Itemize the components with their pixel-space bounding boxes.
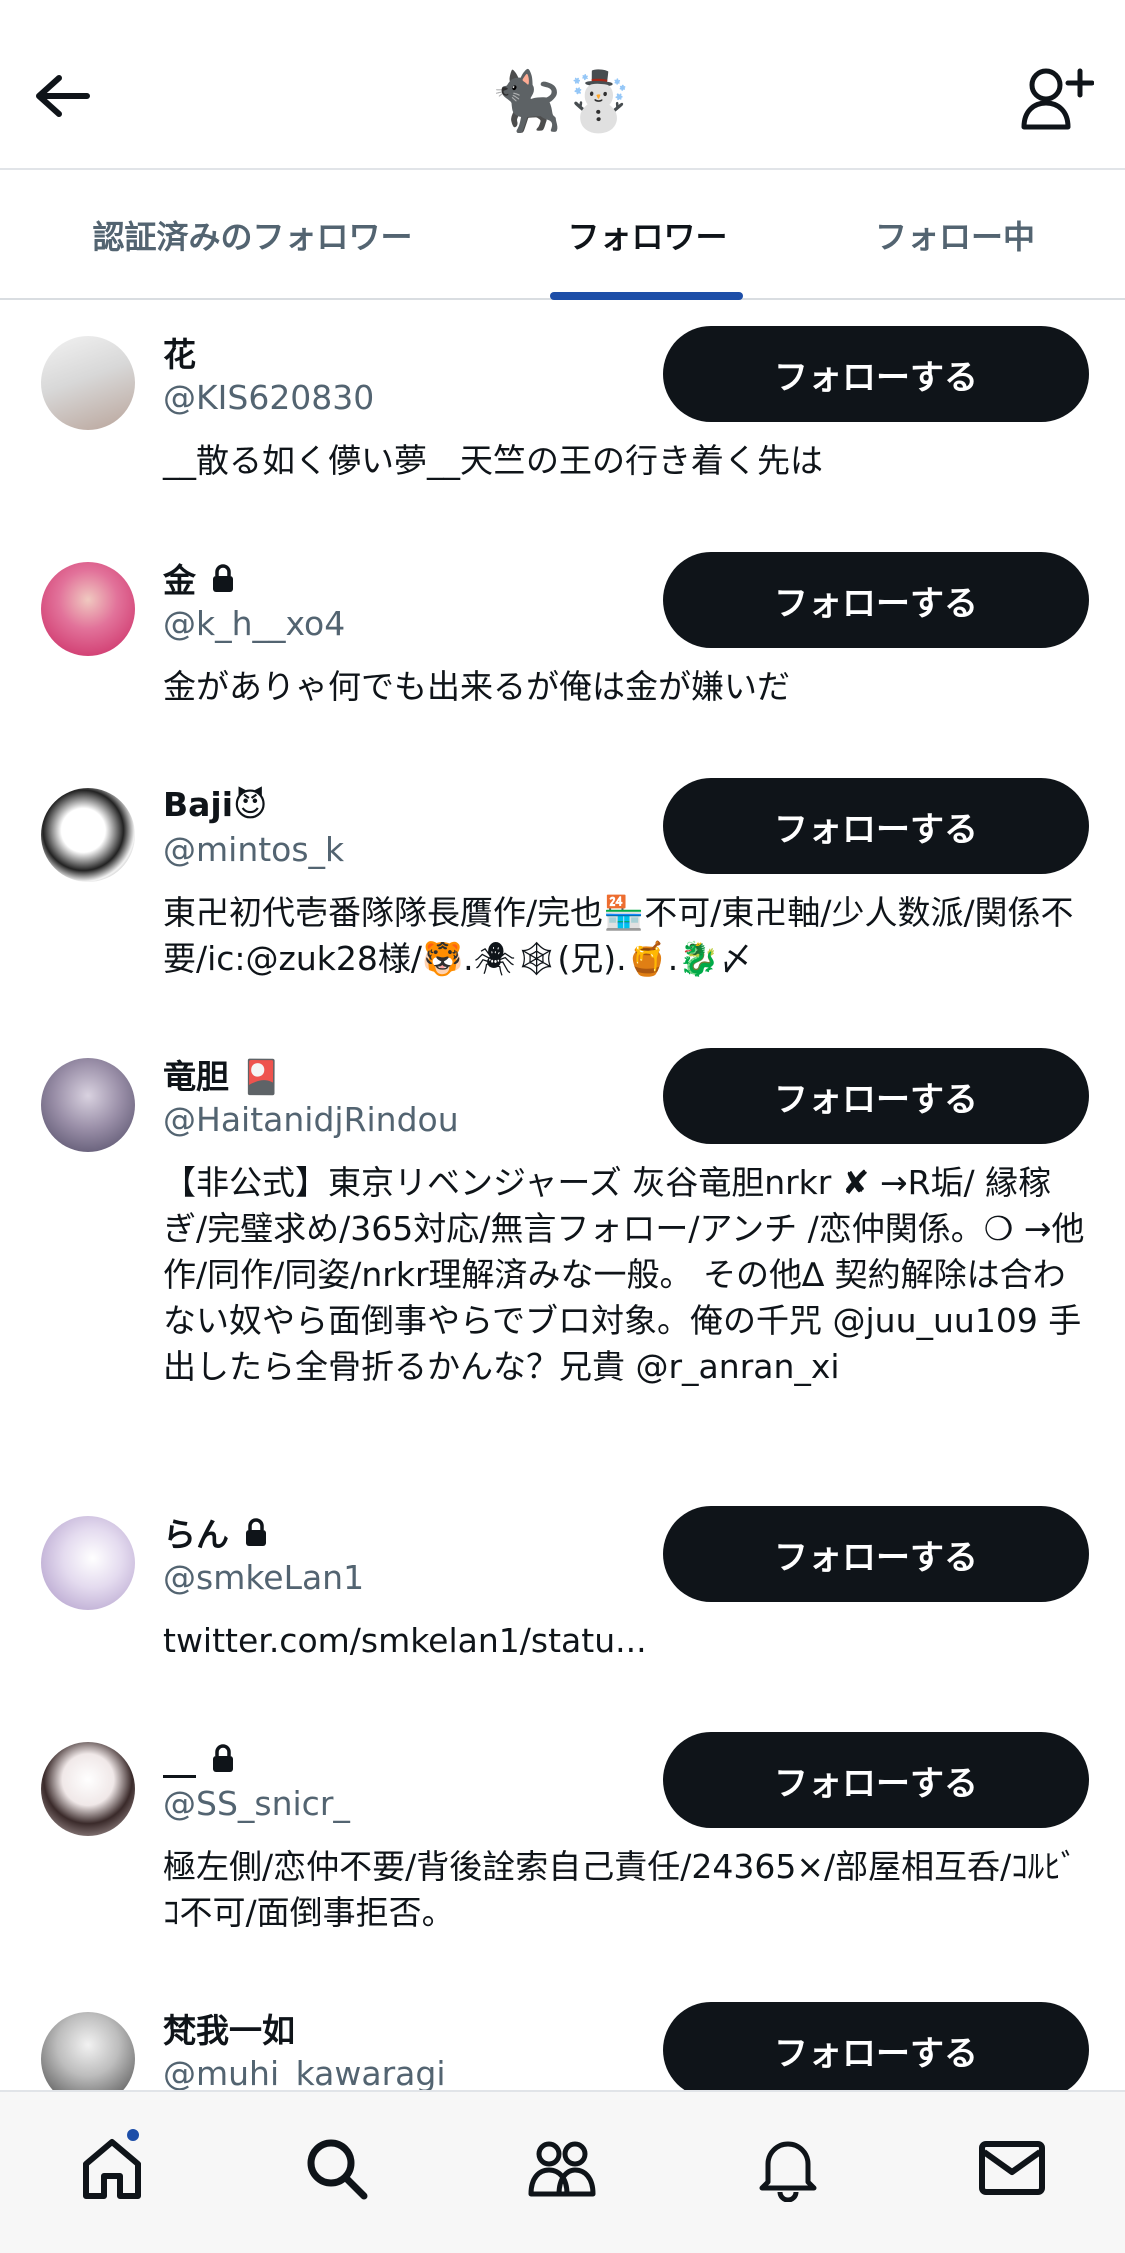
list-item[interactable]: Baji😈 @mintos_k フォローする 東卍初代壱番隊隊長贋作/完也🏪不可… — [0, 752, 1125, 988]
user-handle: @smkeLan1 — [163, 1558, 365, 1597]
follow-button[interactable]: フォローする — [663, 1048, 1089, 1144]
tab-verified-followers[interactable]: 認証済みのフォロワー — [40, 170, 465, 300]
nav-communities[interactable] — [522, 2128, 602, 2208]
user-handle: @KIS620830 — [163, 378, 375, 417]
display-name: __ — [163, 1736, 236, 1780]
top-header: 🐈‍⬛☃️ — [0, 0, 1125, 168]
tab-label: 認証済みのフォロワー — [92, 218, 413, 256]
nav-notifications[interactable] — [748, 2128, 828, 2208]
avatar[interactable] — [41, 336, 135, 430]
follow-button[interactable]: フォローする — [663, 552, 1089, 648]
tab-followers[interactable]: フォロワー — [500, 170, 795, 300]
user-bio: twitter.com/smkelan1/statu... — [163, 1621, 647, 1660]
user-handle: @HaitanidjRindou — [163, 1100, 459, 1139]
avatar[interactable] — [41, 562, 135, 656]
display-name: Baji😈 — [163, 784, 268, 824]
add-user-icon — [1021, 68, 1094, 130]
user-bio: __散る如く儚い夢__天竺の王の行き着く先は — [163, 441, 823, 480]
follow-button[interactable]: フォローする — [663, 1732, 1089, 1828]
lock-icon — [210, 563, 236, 593]
list-item[interactable]: __ @SS_snicr_ フォローする 極左側/恋仲不要/背後詮索自己責任/2… — [0, 1706, 1125, 1942]
user-bio: 極左側/恋仲不要/背後詮索自己責任/24365×/部屋相互呑/ｺﾙﾋﾞｺ不可/面… — [163, 1847, 1078, 1932]
list-item[interactable]: 花 @KIS620830 フォローする __散る如く儚い夢__天竺の王の行き着く… — [0, 300, 1125, 490]
messages-icon — [979, 2141, 1045, 2195]
user-handle: @k_h__xo4 — [163, 604, 346, 643]
bottom-nav-bar — [0, 2090, 1125, 2253]
active-tab-indicator — [550, 292, 743, 300]
page-title: 🐈‍⬛☃️ — [490, 67, 635, 135]
follow-button[interactable]: フォローする — [663, 2002, 1089, 2090]
tab-label: フォロワー — [567, 218, 728, 256]
nav-home[interactable] — [72, 2126, 152, 2208]
add-user-button[interactable] — [1017, 60, 1097, 136]
user-handle: @mintos_k — [163, 830, 345, 869]
list-item[interactable]: 梵我一如 @muhi_kawaragi フォローする — [0, 1976, 1125, 2090]
follower-list: 花 @KIS620830 フォローする __散る如く儚い夢__天竺の王の行き着く… — [0, 300, 1125, 2090]
search-icon — [307, 2139, 368, 2200]
follow-button[interactable]: フォローする — [663, 326, 1089, 422]
avatar[interactable] — [41, 1742, 135, 1836]
tab-following[interactable]: フォロー中 — [830, 170, 1080, 300]
followers-tabs: 認証済みのフォロワー フォロワー フォロー中 — [0, 168, 1125, 300]
user-bio: 東卍初代壱番隊隊長贋作/完也🏪不可/東卍軸/少人数派/関係不要/ic:@zuk2… — [163, 893, 1074, 978]
user-handle: @SS_snicr_ — [163, 1784, 350, 1823]
home-icon — [83, 2139, 141, 2199]
nav-messages[interactable] — [972, 2128, 1052, 2208]
user-handle: @muhi_kawaragi — [163, 2054, 446, 2090]
nav-search[interactable] — [296, 2128, 376, 2208]
notification-dot — [124, 2126, 142, 2144]
display-name: 金 — [163, 556, 236, 600]
user-bio: 金がありゃ何でも出来るが俺は金が嫌いだ — [163, 667, 790, 706]
list-item[interactable]: 竜胆 🎴 @HaitanidjRindou フォローする 【非公式】東京リベンジ… — [0, 1022, 1125, 1442]
lock-icon — [210, 1743, 236, 1773]
display-name: 花 — [163, 335, 196, 374]
user-bio: 【非公式】東京リベンジャーズ 灰谷竜胆nrkr ✘ →R垢/ 縁稼ぎ/完璧求め/… — [163, 1163, 1085, 1386]
lock-icon — [243, 1517, 269, 1547]
communities-icon — [528, 2141, 596, 2197]
display-name: 竜胆 🎴 — [163, 1057, 282, 1096]
avatar[interactable] — [41, 2012, 135, 2090]
notifications-icon — [759, 2141, 817, 2202]
list-item[interactable]: 金 @k_h__xo4 フォローする 金がありゃ何でも出来るが俺は金が嫌いだ — [0, 526, 1125, 716]
avatar[interactable] — [41, 1058, 135, 1152]
tab-label: フォロー中 — [874, 218, 1035, 256]
follow-button[interactable]: フォローする — [663, 778, 1089, 874]
avatar[interactable] — [41, 1516, 135, 1610]
avatar[interactable] — [41, 788, 135, 882]
follow-button[interactable]: フォローする — [663, 1506, 1089, 1602]
display-name: らん — [163, 1510, 269, 1554]
list-item[interactable]: らん @smkeLan1 フォローする twitter.com/smkelan1… — [0, 1480, 1125, 1670]
display-name: 梵我一如 — [163, 2011, 295, 2050]
